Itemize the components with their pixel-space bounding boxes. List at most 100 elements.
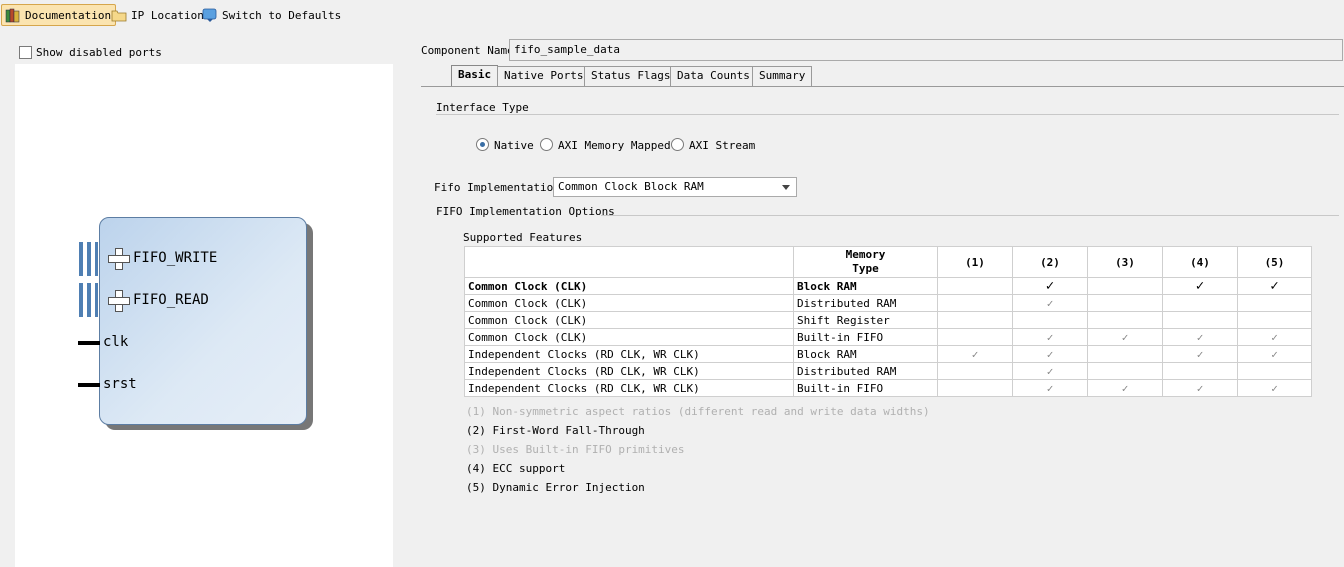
port-srst: srst: [103, 376, 137, 392]
port-wire: [78, 341, 100, 345]
books-icon: [5, 7, 21, 23]
bus-port-bar: [87, 242, 91, 276]
radio-axi-memory-mapped[interactable]: AXI Memory Mapped: [540, 138, 671, 152]
folder-icon: [111, 7, 127, 23]
footnote-4: (4) ECC support: [466, 462, 566, 475]
bus-port-bar: [95, 283, 98, 317]
check-cell: ✓: [1012, 328, 1088, 346]
check-cell: [1087, 277, 1163, 295]
header-col-2: (2): [1012, 246, 1088, 278]
check-cell: [1162, 294, 1238, 312]
check-cell: ✓: [1237, 379, 1312, 397]
check-cell: [1237, 311, 1312, 329]
table-row[interactable]: Independent Clocks (RD CLK, WR CLK) Buil…: [464, 379, 1312, 397]
header-col-4: (4): [1162, 246, 1238, 278]
check-cell: ✓: [1237, 328, 1312, 346]
supported-features-title: Supported Features: [463, 231, 583, 244]
table-row[interactable]: Common Clock (CLK) Block RAM ✓ ✓ ✓: [464, 277, 1312, 295]
toolbar: Documentation IP Location Switch to Defa…: [0, 0, 1344, 32]
table-row[interactable]: Common Clock (CLK) Built-in FIFO ✓ ✓ ✓ ✓: [464, 328, 1312, 346]
cell-memory: Block RAM: [793, 277, 938, 295]
ip-block: [99, 217, 307, 425]
header-memory-label: Memory: [845, 248, 886, 261]
cell-memory: Distributed RAM: [793, 294, 938, 312]
footnote-2: (2) First-Word Fall-Through: [466, 424, 645, 437]
header-memory-type: Memory Type: [793, 246, 938, 278]
check-cell: ✓: [937, 345, 1013, 363]
radio-button[interactable]: [476, 138, 489, 151]
component-name-input[interactable]: fifo_sample_data: [509, 39, 1343, 61]
expand-icon[interactable]: [108, 290, 130, 312]
check-cell: ✓: [1237, 277, 1312, 295]
header-type-label: Type: [852, 262, 879, 275]
cell-clock: Independent Clocks (RD CLK, WR CLK): [464, 345, 794, 363]
table-row[interactable]: Independent Clocks (RD CLK, WR CLK) Bloc…: [464, 345, 1312, 363]
cell-clock: Independent Clocks (RD CLK, WR CLK): [464, 379, 794, 397]
check-cell: [937, 311, 1013, 329]
check-cell: [1087, 362, 1163, 380]
header-clock: [464, 246, 794, 278]
check-cell: ✓: [1012, 345, 1088, 363]
cell-clock: Common Clock (CLK): [464, 311, 794, 329]
switch-defaults-label: Switch to Defaults: [222, 8, 342, 22]
show-disabled-ports-label: Show disabled ports: [36, 45, 162, 59]
check-cell: [1237, 294, 1312, 312]
port-fifo-write: FIFO_WRITE: [133, 250, 218, 266]
tab-bar: Basic Native Ports Status Flags Data Cou…: [421, 65, 1344, 87]
radio-native-label: Native: [494, 139, 534, 152]
check-cell: ✓: [1087, 328, 1163, 346]
check-cell: [1162, 311, 1238, 329]
tab-native-ports[interactable]: Native Ports: [497, 66, 591, 86]
port-fifo-read: FIFO_READ: [133, 292, 209, 308]
options-title: FIFO Implementation Options: [436, 205, 615, 218]
check-cell: ✓: [1237, 345, 1312, 363]
show-disabled-ports-checkbox[interactable]: [19, 45, 32, 59]
radio-axi-mm-label: AXI Memory Mapped: [558, 139, 671, 152]
section-divider: [601, 215, 1339, 216]
tab-data-counts[interactable]: Data Counts: [670, 66, 757, 86]
bus-port-bar: [95, 242, 98, 276]
radio-axi-stream[interactable]: AXI Stream: [671, 138, 755, 152]
radio-native[interactable]: Native: [476, 138, 534, 152]
header-col-3: (3): [1087, 246, 1163, 278]
bus-port-bar: [79, 242, 83, 276]
tab-status-flags[interactable]: Status Flags: [584, 66, 678, 86]
table-row[interactable]: Common Clock (CLK) Shift Register: [464, 311, 1312, 329]
bus-port-bar: [87, 283, 91, 317]
cell-memory: Distributed RAM: [793, 362, 938, 380]
check-cell: [1012, 311, 1088, 329]
interface-type-title: Interface Type: [436, 101, 529, 114]
refresh-icon: [202, 7, 218, 23]
check-cell: [1162, 362, 1238, 380]
check-cell: [1237, 362, 1312, 380]
table-header-row: Memory Type (1) (2) (3) (4) (5): [464, 246, 1312, 278]
ip-location-button[interactable]: IP Location: [108, 4, 208, 26]
check-cell: ✓: [1162, 328, 1238, 346]
footnote-5: (5) Dynamic Error Injection: [466, 481, 645, 494]
check-cell: ✓: [1012, 362, 1088, 380]
check-cell: [937, 379, 1013, 397]
radio-button[interactable]: [540, 138, 553, 151]
symbol-panel-header: Show disabled ports: [15, 40, 393, 64]
footnote-1: (1) Non-symmetric aspect ratios (differe…: [466, 405, 930, 418]
cell-clock: Independent Clocks (RD CLK, WR CLK): [464, 362, 794, 380]
header-col-5: (5): [1237, 246, 1312, 278]
tab-basic[interactable]: Basic: [451, 65, 499, 87]
table-row[interactable]: Independent Clocks (RD CLK, WR CLK) Dist…: [464, 362, 1312, 380]
chevron-down-icon: [782, 185, 790, 190]
expand-icon[interactable]: [108, 248, 130, 270]
check-cell: ✓: [1162, 379, 1238, 397]
check-cell: [937, 328, 1013, 346]
interface-radio-group: Native AXI Memory Mapped AXI Stream: [476, 138, 876, 154]
radio-button[interactable]: [671, 138, 684, 151]
cell-memory: Built-in FIFO: [793, 328, 938, 346]
component-name-label: Component Name: [421, 43, 514, 57]
check-cell: ✓: [1012, 379, 1088, 397]
tab-summary[interactable]: Summary: [752, 66, 813, 86]
fifo-implementation-select[interactable]: Common Clock Block RAM: [553, 177, 797, 197]
table-row[interactable]: Common Clock (CLK) Distributed RAM ✓: [464, 294, 1312, 312]
documentation-button[interactable]: Documentation: [1, 4, 117, 26]
switch-defaults-button[interactable]: Switch to Defaults: [199, 4, 345, 26]
documentation-label: Documentation: [25, 8, 112, 22]
config-panel: Component Name fifo_sample_data Basic Na…: [421, 38, 1344, 567]
